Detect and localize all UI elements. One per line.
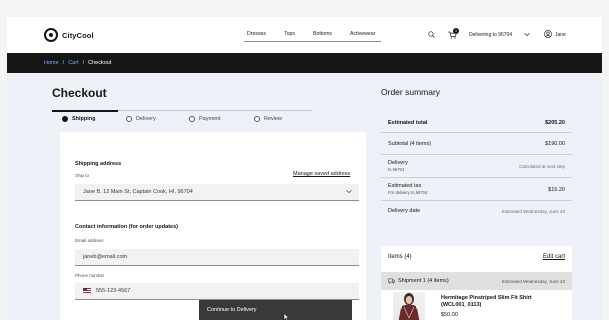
step-delivery[interactable]: Delivery: [126, 116, 156, 122]
search-icon[interactable]: [428, 31, 435, 38]
subtotal-row: Subtotal (4 items) $190.00: [381, 133, 572, 155]
delivery-label: Delivery: [388, 160, 408, 166]
contact-heading: Contact information (for order updates): [75, 224, 178, 230]
progress-active-bar: [52, 110, 118, 112]
step-review[interactable]: Review: [254, 116, 282, 122]
step-indicator-icon: [126, 116, 132, 122]
chevron-down-icon[interactable]: [524, 32, 530, 37]
estimated-total-label: Estimated total: [388, 120, 428, 126]
shipping-form-card: Shipping address Ship to Manage saved ad…: [60, 132, 366, 320]
ship-to-value: Jane B. 12 Main St, Captain Cook, HI, 96…: [83, 189, 193, 195]
ship-to-label: Ship to: [75, 173, 90, 178]
delivery-date-label: Delivery date: [388, 208, 421, 214]
step-indicator-icon: [189, 116, 195, 122]
tax-label: Estimated tax: [388, 183, 422, 189]
shipment-label: Shipment 1 (4 items): [398, 278, 449, 284]
phone-field[interactable]: 555-123-4567: [75, 283, 359, 300]
step-label: Shipping: [72, 116, 96, 122]
truck-icon: [388, 278, 395, 284]
product-price: $50.00: [441, 312, 458, 318]
nav-item-activewear[interactable]: Activewear: [350, 31, 375, 37]
manage-saved-address-link[interactable]: Manage saved address: [293, 171, 350, 177]
edit-cart-link[interactable]: Edit cart: [543, 254, 565, 260]
cart-count-badge: 1: [453, 28, 459, 34]
top-header: CityCool Dresses Tops Bottoms Activewear…: [7, 17, 602, 53]
breadcrumb-home[interactable]: Home: [44, 60, 59, 66]
phone-value: 555-123-4567: [96, 288, 131, 294]
delivery-row: Delivery to 96704 Calculated at next step: [381, 155, 572, 178]
user-icon[interactable]: [544, 30, 552, 38]
checkout-page: CityCool Dresses Tops Bottoms Activewear…: [7, 17, 602, 320]
page-title: Checkout: [52, 86, 107, 100]
email-value: janeb@email.com: [83, 254, 128, 260]
email-field[interactable]: janeb@email.com: [75, 249, 359, 266]
items-title: Items (4): [388, 254, 412, 260]
items-panel: Items (4) Edit cart Shipment 1 (4 items)…: [381, 246, 572, 320]
product-image[interactable]: [393, 292, 425, 320]
nav-underline: [244, 41, 381, 42]
subtotal-value: $190.00: [545, 141, 565, 147]
email-label: Email address: [75, 238, 104, 243]
estimated-total-row: Estimated total $205.20: [381, 112, 572, 133]
delivery-sub: to 96704: [388, 167, 405, 172]
ship-to-select[interactable]: Jane B. 12 Main St, Captain Cook, HI, 96…: [75, 184, 359, 201]
cursor-icon: [283, 313, 289, 320]
estimated-total-value: $205.20: [545, 120, 565, 126]
flag-us-icon: [83, 287, 91, 293]
breadcrumb: Home / Cart / Checkout: [44, 60, 111, 66]
step-shipping[interactable]: Shipping: [62, 116, 96, 122]
tax-sub: For delivery to 96704: [388, 190, 428, 195]
order-summary-title: Order summary: [381, 87, 441, 97]
phone-label: Phone number: [75, 273, 105, 278]
breadcrumb-separator: /: [82, 60, 85, 66]
step-indicator-icon: [254, 116, 260, 122]
nav-item-tops[interactable]: Tops: [284, 31, 295, 37]
product-name[interactable]: Hermitage Pinstriped Slim Fit Shirt (WCL…: [441, 295, 566, 309]
main-nav: Dresses Tops Bottoms Activewear: [247, 31, 393, 37]
continue-to-delivery-button[interactable]: Continue to Delivery: [199, 300, 352, 320]
tax-value: $15.20: [548, 187, 565, 193]
delivery-location[interactable]: Delivering to 96704: [469, 32, 512, 38]
logo[interactable]: CityCool: [44, 28, 94, 42]
breadcrumb-current: Checkout: [88, 60, 112, 66]
user-name[interactable]: Jane: [555, 32, 566, 38]
breadcrumb-bar: Home / Cart / Checkout: [7, 53, 602, 73]
breadcrumb-separator: /: [62, 60, 65, 66]
order-summary: Estimated total $205.20 Subtotal (4 item…: [381, 112, 572, 221]
shipping-address-heading: Shipping address: [75, 161, 122, 167]
nav-item-bottoms[interactable]: Bottoms: [313, 31, 332, 37]
delivery-date-value: Estimated Wednesday, June 23: [501, 208, 565, 214]
step-label: Review: [264, 116, 283, 122]
step-payment[interactable]: Payment: [189, 116, 221, 122]
step-indicator-icon: [62, 116, 68, 122]
step-label: Delivery: [136, 116, 156, 122]
chevron-down-icon: [346, 190, 352, 194]
delivery-date-row: Delivery date Estimated Wednesday, June …: [381, 201, 572, 221]
step-label: Payment: [199, 116, 221, 122]
checkout-progress: Shipping Delivery Payment Review: [52, 110, 312, 128]
shipment-date: Estimated Wednesday, June 23: [501, 278, 565, 284]
delivery-value: Calculated at next step: [519, 164, 565, 169]
nav-item-dresses[interactable]: Dresses: [247, 31, 266, 37]
tax-row: Estimated tax For delivery to 96704 $15.2…: [381, 178, 572, 201]
breadcrumb-cart[interactable]: Cart: [68, 60, 78, 66]
shipment-row[interactable]: Shipment 1 (4 items) Estimated Wednesday…: [381, 272, 572, 290]
product-photo-icon: [398, 293, 420, 320]
subtotal-label: Subtotal (4 items): [388, 141, 432, 147]
logo-text: CityCool: [62, 30, 94, 40]
logo-icon: [44, 28, 58, 42]
